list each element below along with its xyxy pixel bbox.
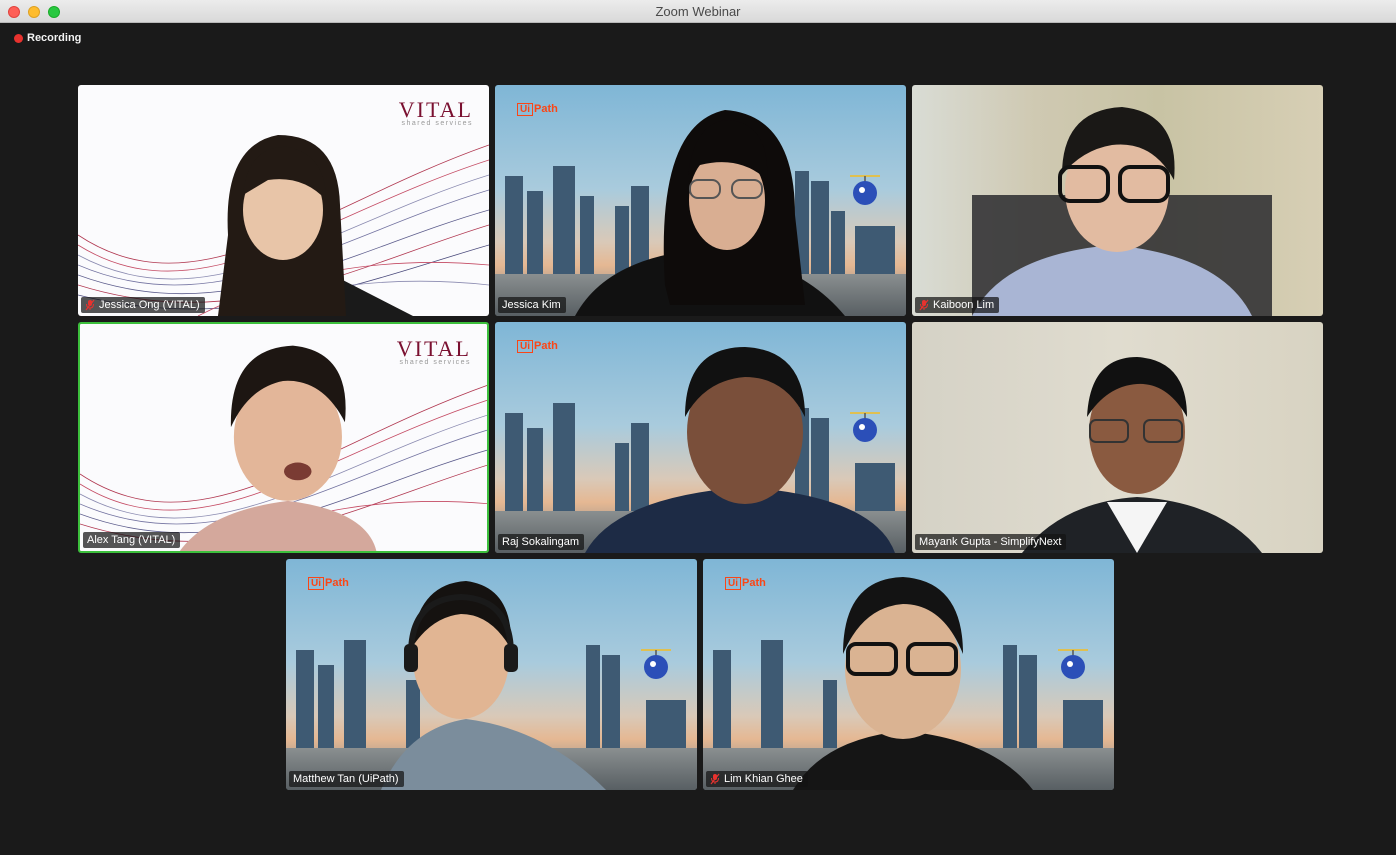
recording-dot-icon — [14, 33, 23, 43]
mic-muted-icon — [85, 299, 95, 311]
participant-name-label: Kaiboon Lim — [915, 297, 1000, 313]
mic-muted-icon — [919, 299, 929, 311]
recording-label: Recording — [27, 32, 82, 44]
participant-name-label: Jessica Ong (VITAL) — [81, 297, 205, 313]
participant-video — [585, 347, 895, 553]
participant-video — [972, 107, 1272, 316]
video-tile[interactable]: Mayank Gupta - SimplifyNext — [912, 322, 1323, 553]
participant-name-label: Mayank Gupta - SimplifyNext — [915, 534, 1067, 550]
participant-name-label: Raj Sokalingam — [498, 534, 585, 550]
video-tile[interactable]: Ui Path Raj Sokalingam — [495, 322, 906, 553]
video-tile[interactable]: Ui Path Jessica Kim — [495, 85, 906, 316]
recording-indicator[interactable]: Recording — [14, 32, 81, 44]
participant-name-label: Matthew Tan (UiPath) — [289, 771, 404, 787]
participant-video — [575, 110, 845, 316]
title-bar[interactable]: Zoom Webinar — [0, 0, 1396, 23]
participant-name-label: Lim Khian Ghee — [706, 771, 808, 787]
window-title: Zoom Webinar — [655, 4, 741, 19]
participant-video — [793, 577, 1033, 790]
participant-video — [381, 581, 606, 790]
video-tile[interactable]: Ui Path Lim Khian Ghee — [703, 559, 1114, 790]
zoom-window: Zoom Webinar Recording VITAL shared serv… — [0, 0, 1396, 855]
video-tile[interactable]: VITAL shared services Jessica Ong (VITAL… — [78, 85, 489, 316]
video-tile-active-speaker[interactable]: VITAL shared services Alex Tang (VITAL) — [78, 322, 489, 553]
video-tile[interactable]: Kaiboon Lim — [912, 85, 1323, 316]
participant-name-label: Jessica Kim — [498, 297, 566, 313]
video-tile[interactable]: Ui Path Matthew Tan (UiPath) — [286, 559, 697, 790]
participant-video — [1022, 357, 1262, 553]
participant-name-label: Alex Tang (VITAL) — [83, 532, 181, 548]
mic-muted-icon — [710, 773, 720, 785]
participant-video — [179, 345, 377, 551]
participant-video — [218, 135, 413, 316]
